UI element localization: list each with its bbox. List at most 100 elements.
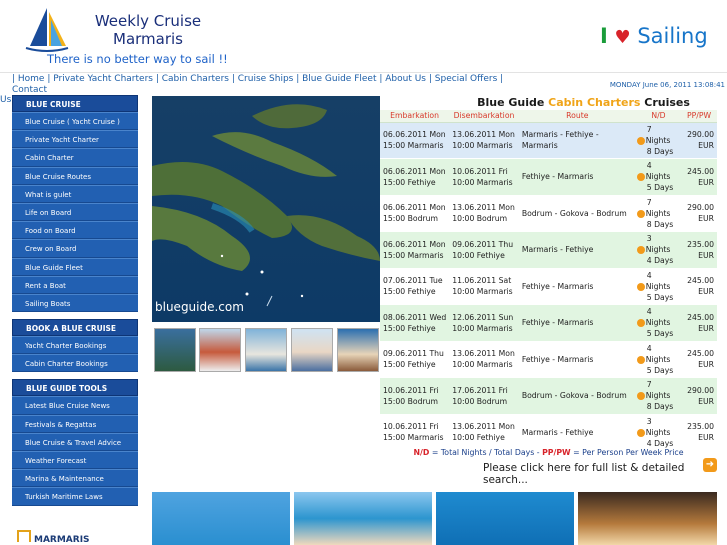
sidebar-item[interactable]: Cabin Charter Bookings	[12, 354, 138, 373]
embarkation-cell: 06.06.2011 Mon 15:00 Marmaris	[380, 231, 450, 269]
disembarkation-cell: 13.06.2011 Mon 10:00 Bodrum	[449, 195, 519, 232]
days-count: 4 Days	[646, 256, 674, 266]
disembarkation-date: 13.06.2011 Mon	[452, 203, 515, 213]
nav-link-home[interactable]: | Home |	[12, 74, 50, 84]
column-header-disembarkation: Disembarkation	[449, 110, 519, 123]
disembarkation-date: 13.06.2011 Mon	[452, 130, 515, 140]
sidebar-item[interactable]: Cabin Charter	[12, 148, 138, 167]
bottom-photo-couple[interactable]	[294, 492, 432, 545]
sailboat-logo-icon[interactable]	[22, 6, 72, 54]
route-cell: Bodrum - Gokova - Bodrum	[518, 195, 636, 232]
sidebar-item[interactable]: What is gulet	[12, 184, 138, 203]
embarkation-date: 10.06.2011 Fri	[383, 422, 439, 432]
table-row[interactable]: 10.06.2011 Fri 15:00 Marmaris 13.06.2011 M…	[380, 414, 717, 451]
sidebar-item[interactable]: Latest Blue Cruise News	[12, 396, 138, 415]
legend-pp-text: = Per Person Per Week Price	[573, 448, 684, 457]
sidebar-item[interactable]: Turkish Maritime Laws	[12, 487, 138, 506]
table-row[interactable]: 08.06.2011 Wed 15:00 Fethiye 12.06.2011 Su…	[380, 304, 717, 342]
embarkation-cell: 07.06.2011 Tue 15:00 Fethiye	[380, 268, 450, 305]
sidebar-item[interactable]: Blue Cruise ( Yacht Cruise )	[12, 112, 138, 131]
table-row[interactable]: 06.06.2011 Mon 15:00 Marmaris 09.06.2011 T…	[380, 231, 717, 269]
route-cell: Marmaris - Fethiye	[518, 414, 636, 451]
sidebar-item[interactable]: Marina & Maintenance	[12, 469, 138, 488]
legend-nd-label: N/D	[413, 448, 430, 457]
site-title: Weekly Cruise Marmaris	[92, 12, 204, 48]
marmaris-logo[interactable]: MARMARIS	[17, 530, 90, 545]
marmaris-logo-text: MARMARIS	[34, 535, 90, 545]
disembarkation-date: 13.06.2011 Mon	[452, 422, 515, 432]
thumbnail-photo-2[interactable]	[199, 328, 241, 372]
sun-icon	[636, 209, 645, 218]
nights-count: 4	[646, 161, 652, 171]
nav-link-private-yacht-charters[interactable]: Private Yacht Charters |	[53, 74, 159, 84]
nights-count: 7	[646, 197, 652, 207]
embarkation-date: 06.06.2011 Mon	[383, 203, 446, 213]
nav-link-contact[interactable]: Contact	[12, 85, 47, 95]
nights-count: 3	[646, 416, 652, 426]
sidebar-item[interactable]: Yacht Charter Bookings	[12, 336, 138, 355]
sidebar-item[interactable]: Private Yacht Charter	[12, 130, 138, 149]
nav-link-cabin-charters[interactable]: Cabin Charters |	[162, 74, 235, 84]
sidebar-item[interactable]: Blue Guide Fleet	[12, 257, 138, 276]
nav-link-special-offers[interactable]: Special Offers |	[435, 74, 503, 84]
thumbnail-photo-4[interactable]	[291, 328, 333, 372]
disembarkation-time-port: 10:00 Marmaris	[452, 323, 513, 333]
disembarkation-cell: 13.06.2011 Mon 10:00 Marmaris	[449, 122, 519, 159]
nights-days-cell: 4 Nights 5 Days	[635, 158, 682, 196]
table-row[interactable]: 06.06.2011 Mon 15:00 Fethiye 10.06.2011 Fr…	[380, 158, 717, 196]
nights-label: Nights	[645, 427, 671, 437]
table-row[interactable]: 06.06.2011 Mon 15:00 Bodrum 13.06.2011 Mon…	[380, 195, 717, 232]
sidebar-item[interactable]: Weather Forecast	[12, 451, 138, 470]
sidebar-item[interactable]: Blue Cruise & Travel Advice	[12, 432, 138, 451]
sidebar-item[interactable]: Life on Board	[12, 202, 138, 222]
sun-icon	[636, 136, 645, 145]
route-cell: Marmaris - Fethiye - Marmaris	[518, 122, 636, 159]
price-cell: 290.00 EUR	[681, 122, 717, 159]
nights-label: Nights	[645, 281, 671, 291]
price-cell: 235.00 EUR	[681, 414, 717, 451]
nav-link-cruise-ships[interactable]: Cruise Ships |	[238, 74, 300, 84]
table-row[interactable]: 09.06.2011 Thu 15:00 Fethiye 13.06.2011 Mo…	[380, 341, 717, 378]
nights-count: 3	[646, 234, 652, 244]
embarkation-time-port: 15:00 Fethiye	[383, 177, 436, 187]
sidebar-item[interactable]: Rent a Boat	[12, 275, 138, 294]
sun-icon	[636, 246, 645, 255]
disembarkation-cell: 11.06.2011 Sat 10:00 Marmaris	[449, 268, 519, 305]
legend-nd-text: = Total Nights / Total Days -	[431, 448, 540, 457]
price-cell: 245.00 EUR	[681, 268, 717, 305]
arrow-right-icon[interactable]: ➜	[703, 458, 717, 472]
date-stamp: MONDAY June 06, 2011 13:08:41	[609, 81, 725, 89]
bottom-photo-diver[interactable]	[152, 492, 290, 545]
route-cell: Fethiye - Marmaris	[518, 268, 636, 305]
full-list-link[interactable]: Please click here for full list & detail…	[483, 462, 727, 486]
thumbnail-photo-1[interactable]	[154, 328, 196, 372]
sidebar-item[interactable]: Sailing Boats	[12, 293, 138, 313]
disembarkation-time-port: 10:00 Marmaris	[452, 141, 513, 151]
sidebar-item[interactable]: Food on Board	[12, 221, 138, 240]
hero-caption: blueguide.com	[155, 300, 244, 314]
table-row[interactable]: 06.06.2011 Mon 15:00 Marmaris 13.06.2011 M…	[380, 122, 717, 159]
bottom-photo-cabin[interactable]	[578, 492, 717, 545]
nights-label: Nights	[645, 318, 671, 328]
bottom-photo-swimmer[interactable]	[436, 492, 574, 545]
sidebar-item[interactable]: Crew on Board	[12, 239, 138, 258]
hero-island-photo[interactable]	[152, 96, 380, 322]
nav-link-blue-guide-fleet[interactable]: Blue Guide Fleet |	[302, 74, 382, 84]
sun-icon	[636, 392, 645, 401]
embarkation-time-port: 15:00 Fethiye	[383, 287, 436, 297]
sidebar-item[interactable]: Blue Cruise Routes	[12, 166, 138, 185]
price-cell: 235.00 EUR	[681, 231, 717, 269]
disembarkation-date: 09.06.2011 Thu	[452, 239, 514, 249]
thumbnail-photo-5[interactable]	[337, 328, 379, 372]
nav-link-about-us[interactable]: About Us |	[385, 74, 432, 84]
cruise-title-prefix: Blue Guide	[477, 96, 545, 109]
table-row[interactable]: 10.06.2011 Fri 15:00 Bodrum 17.06.2011 Fri…	[380, 377, 717, 415]
disembarkation-time-port: 10:00 Bodrum	[452, 214, 508, 224]
embarkation-cell: 06.06.2011 Mon 15:00 Fethiye	[380, 158, 450, 196]
table-row[interactable]: 07.06.2011 Tue 15:00 Fethiye 11.06.2011 Sa…	[380, 268, 717, 305]
disembarkation-cell: 12.06.2011 Sun 10:00 Marmaris	[449, 304, 519, 342]
days-count: 8 Days	[646, 146, 674, 156]
sidebar-item[interactable]: Festivals & Regattas	[12, 414, 138, 433]
thumbnail-photo-3[interactable]	[245, 328, 287, 372]
nights-days-cell: 4 Nights 5 Days	[635, 341, 682, 378]
